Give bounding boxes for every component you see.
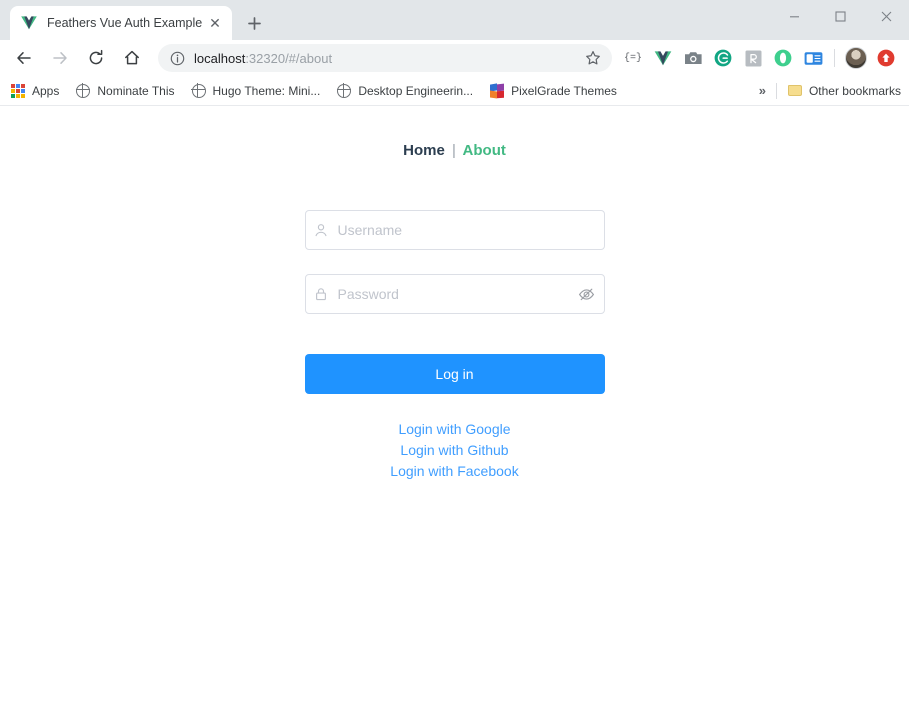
grammarly-extension-icon[interactable] <box>710 45 736 71</box>
globe-icon <box>75 82 91 99</box>
bookmark-desktop-engineering[interactable]: Desktop Engineerin... <box>336 82 474 99</box>
eye-slash-icon[interactable] <box>578 274 595 314</box>
url-text: localhost:32320/#/about <box>194 51 580 66</box>
address-bar[interactable]: localhost:32320/#/about <box>158 44 612 72</box>
browser-tab[interactable]: Feathers Vue Auth Example ✕ <box>10 6 232 40</box>
other-bookmarks-button[interactable]: Other bookmarks <box>787 83 901 99</box>
browser-window: Feathers Vue Auth Example ✕ localhost:32… <box>0 0 909 709</box>
globe-icon <box>336 82 352 99</box>
minimize-button[interactable] <box>771 0 817 32</box>
bookmarks-overflow-button[interactable]: » <box>759 83 766 98</box>
nav-link-home[interactable]: Home <box>403 142 445 159</box>
password-field-wrapper <box>304 274 605 314</box>
avatar <box>845 47 867 69</box>
tab-title: Feathers Vue Auth Example <box>47 16 203 30</box>
close-icon[interactable]: ✕ <box>206 14 224 32</box>
card-reader-extension-icon[interactable] <box>800 45 826 71</box>
close-icon <box>881 11 891 21</box>
bookmark-apps[interactable]: Apps <box>10 83 59 99</box>
username-input[interactable] <box>304 210 605 250</box>
login-form: Log in Login with Google Login with Gith… <box>304 159 605 482</box>
page-content: Home | About Username Log in Login with … <box>0 106 909 709</box>
other-bookmarks-label: Other bookmarks <box>808 83 901 98</box>
bookmarks-bar: Apps Nominate This Hugo Theme: Mini... D… <box>0 76 909 106</box>
username-field-wrapper <box>304 210 605 250</box>
minimize-icon <box>789 15 799 17</box>
site-nav: Home | About <box>0 106 909 159</box>
tab-strip: Feathers Vue Auth Example ✕ <box>0 0 909 40</box>
home-button[interactable] <box>118 44 146 72</box>
window-controls <box>771 0 909 32</box>
home-icon <box>125 50 139 65</box>
apps-grid-icon <box>10 83 26 99</box>
new-tab-button[interactable] <box>240 9 268 37</box>
bookmark-label: Apps <box>32 83 60 98</box>
bookmark-pixelgrade-themes[interactable]: PixelGrade Themes <box>489 82 617 99</box>
browser-toolbar: localhost:32320/#/about {=} <box>0 40 909 76</box>
login-with-github-link[interactable]: Login with Github <box>305 440 605 461</box>
info-circle-icon[interactable] <box>168 49 186 67</box>
red-upload-icon[interactable] <box>873 45 899 71</box>
screenshot-camera-extension-icon[interactable] <box>680 45 706 71</box>
opera-o-extension-icon[interactable] <box>770 45 796 71</box>
back-button[interactable] <box>10 44 38 72</box>
json-formatter-label: {=} <box>623 52 642 64</box>
bookmark-label: Desktop Engineerin... <box>358 83 474 98</box>
rainmeter-extension-icon[interactable] <box>740 45 766 71</box>
json-formatter-extension-icon[interactable]: {=} <box>620 45 646 71</box>
back-arrow-icon <box>17 52 31 64</box>
nav-separator: | <box>452 142 456 159</box>
pixelgrade-icon <box>489 82 505 99</box>
reload-icon <box>89 49 103 65</box>
vue-devtools-extension-icon[interactable] <box>650 45 676 71</box>
plus-icon <box>247 16 261 30</box>
url-host: localhost <box>194 50 246 66</box>
bookmark-label: Hugo Theme: Mini... <box>212 83 321 98</box>
reload-button[interactable] <box>82 44 110 72</box>
social-login-links: Login with Google Login with Github Logi… <box>305 419 605 482</box>
login-with-facebook-link[interactable]: Login with Facebook <box>305 461 605 482</box>
password-input[interactable] <box>304 274 605 314</box>
profile-button[interactable] <box>843 45 869 71</box>
bookmark-label: Nominate This <box>97 83 175 98</box>
toolbar-divider <box>834 49 835 67</box>
maximize-button[interactable] <box>817 0 863 32</box>
user-icon <box>314 210 328 250</box>
url-path: :32320/#/about <box>245 50 333 66</box>
globe-icon <box>190 82 207 99</box>
bookmark-label: PixelGrade Themes <box>511 83 617 98</box>
login-with-google-link[interactable]: Login with Google <box>305 419 605 440</box>
bookmarks-divider <box>775 82 777 99</box>
nav-link-about[interactable]: About <box>463 142 506 159</box>
maximize-icon <box>834 10 846 22</box>
lock-icon <box>314 274 328 314</box>
forward-arrow-icon <box>53 52 67 64</box>
bookmark-nominate-this[interactable]: Nominate This <box>75 82 175 99</box>
vue-logo-icon <box>20 14 38 32</box>
login-button[interactable]: Log in <box>304 354 605 394</box>
folder-icon <box>787 83 803 99</box>
forward-button[interactable] <box>46 44 74 72</box>
bookmark-hugo-theme[interactable]: Hugo Theme: Mini... <box>190 82 321 99</box>
extensions-strip: {=} <box>618 45 901 71</box>
close-button[interactable] <box>863 0 909 32</box>
bookmark-star-icon[interactable] <box>580 45 606 71</box>
